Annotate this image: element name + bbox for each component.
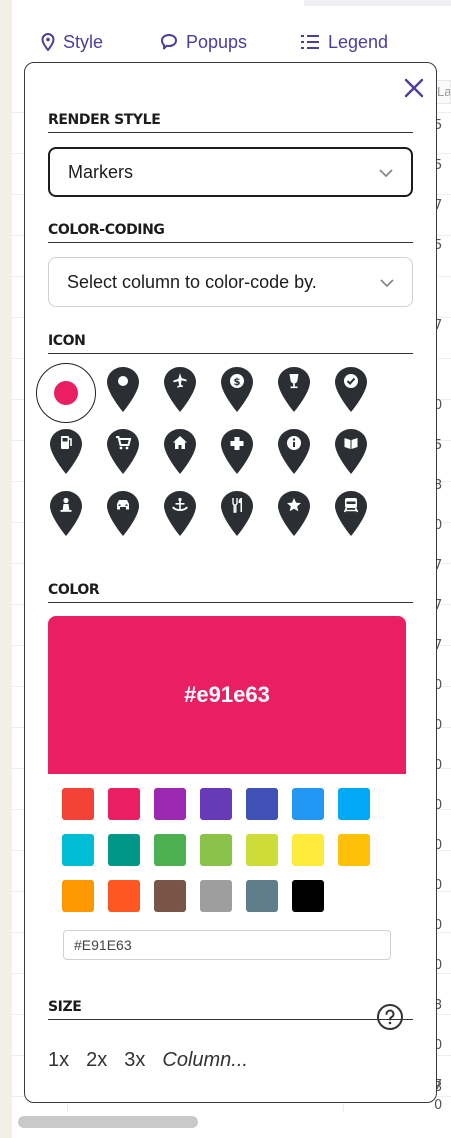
tab-legend[interactable]: Legend <box>300 26 388 58</box>
color-swatch[interactable] <box>246 834 278 866</box>
ship-icon[interactable] <box>160 489 200 539</box>
wine-glass-icon[interactable] <box>274 365 314 415</box>
size-heading: SIZE <box>48 999 413 1020</box>
svg-text:$: $ <box>234 377 241 388</box>
selected-dot <box>54 381 78 405</box>
star-icon[interactable] <box>274 489 314 539</box>
style-panel: RENDER STYLE Markers COLOR-CODING Select… <box>24 62 437 1103</box>
tab-style[interactable]: Style <box>41 26 103 58</box>
color-swatch[interactable] <box>292 788 324 820</box>
hex-color-input[interactable] <box>63 930 391 960</box>
color-swatch[interactable] <box>246 880 278 912</box>
list-icon <box>300 33 320 51</box>
icon-heading: ICON <box>48 333 413 354</box>
chevron-down-icon <box>380 272 394 293</box>
dot-icon[interactable] <box>36 363 96 423</box>
airplane-icon[interactable] <box>160 365 200 415</box>
color-coding-heading: COLOR-CODING <box>48 222 413 243</box>
selected-color-hex: #e91e63 <box>184 682 270 707</box>
color-coding-select[interactable]: Select column to color-code by. <box>48 257 413 307</box>
color-swatch[interactable] <box>154 880 186 912</box>
tab-style-label: Style <box>63 31 104 52</box>
color-swatch[interactable] <box>292 834 324 866</box>
size-option-1x[interactable]: 1x <box>48 1049 69 1072</box>
cell-fragment-text: 0 <box>434 1098 443 1113</box>
plus-icon[interactable] <box>217 427 257 477</box>
tab-legend-label: Legend <box>328 31 389 52</box>
restaurant-icon[interactable] <box>217 489 257 539</box>
color-swatch[interactable] <box>108 788 140 820</box>
tab-popups[interactable]: Popups <box>160 26 247 58</box>
size-option-column[interactable]: Column... <box>162 1049 248 1072</box>
size-options: 1x 2x 3x Column... <box>48 1049 248 1072</box>
color-swatch[interactable] <box>108 834 140 866</box>
color-swatch[interactable] <box>292 880 324 912</box>
tab-popups-label: Popups <box>186 31 248 52</box>
checkmark-icon[interactable] <box>331 365 371 415</box>
horizontal-scrollbar-thumb[interactable] <box>18 1116 198 1128</box>
book-icon[interactable] <box>331 427 371 477</box>
pin-plain-icon[interactable] <box>103 365 143 415</box>
color-swatch[interactable] <box>200 880 232 912</box>
color-swatch[interactable] <box>62 788 94 820</box>
person-icon[interactable] <box>46 489 86 539</box>
speech-bubble-icon <box>160 33 178 51</box>
info-icon[interactable] <box>274 427 314 477</box>
color-heading: COLOR <box>48 582 413 603</box>
render-style-heading: RENDER STYLE <box>48 112 413 133</box>
color-swatch[interactable] <box>62 834 94 866</box>
render-style-select[interactable]: Markers <box>48 147 413 197</box>
close-icon[interactable] <box>402 76 426 100</box>
shopping-cart-icon[interactable] <box>103 427 143 477</box>
render-style-value: Markers <box>68 161 134 182</box>
color-swatch[interactable] <box>154 788 186 820</box>
train-icon[interactable] <box>331 489 371 539</box>
dollar-icon[interactable]: $ <box>217 365 257 415</box>
color-coding-placeholder: Select column to color-code by. <box>67 271 317 292</box>
color-swatch[interactable] <box>200 788 232 820</box>
car-icon[interactable] <box>103 489 143 539</box>
color-swatch[interactable] <box>338 788 370 820</box>
home-icon[interactable] <box>160 427 200 477</box>
help-icon[interactable] <box>376 1003 404 1031</box>
color-swatch[interactable] <box>62 880 94 912</box>
gas-pump-icon[interactable] <box>46 427 86 477</box>
size-option-3x[interactable]: 3x <box>124 1049 145 1072</box>
color-swatch[interactable] <box>200 834 232 866</box>
color-swatch[interactable] <box>338 834 370 866</box>
color-swatch[interactable] <box>154 834 186 866</box>
selected-color-preview: #e91e63 <box>48 616 406 774</box>
chevron-down-icon <box>379 162 393 183</box>
size-option-2x[interactable]: 2x <box>86 1049 107 1072</box>
color-swatch[interactable] <box>246 788 278 820</box>
map-pin-icon <box>41 33 55 51</box>
color-swatch[interactable] <box>108 880 140 912</box>
tab-bar-top-strip <box>304 0 451 6</box>
